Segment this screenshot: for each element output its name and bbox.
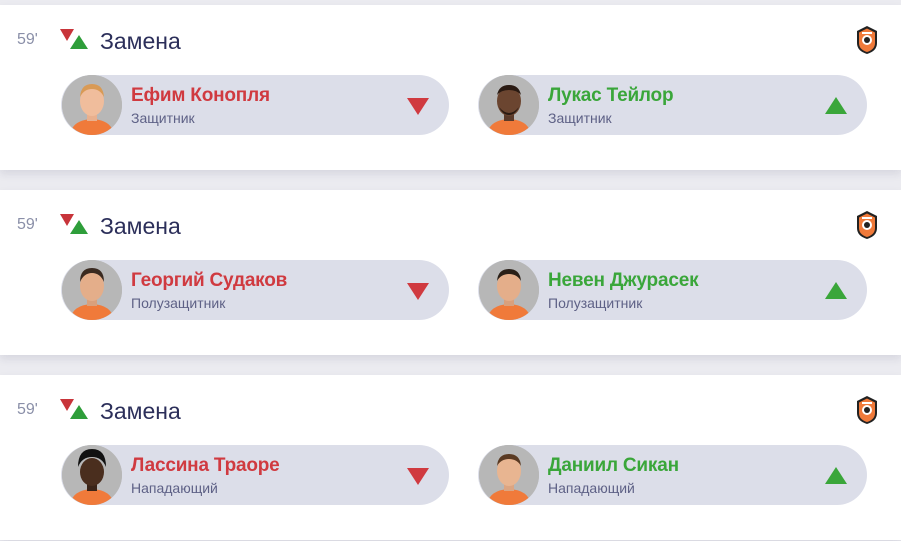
arrow-down-icon xyxy=(407,98,429,115)
event-title: Замена xyxy=(100,213,181,239)
player-avatar xyxy=(62,75,122,135)
arrow-up-icon xyxy=(825,467,847,484)
player-name: Невен Джурасек xyxy=(548,270,699,291)
shakhtar-logo-icon xyxy=(857,26,877,54)
player-position: Защитник xyxy=(131,110,195,126)
shakhtar-logo-icon xyxy=(857,211,877,239)
player-position: Полузащитник xyxy=(548,295,643,311)
player-name: Лассина Траоре xyxy=(131,455,280,476)
player-position: Полузащитник xyxy=(131,295,226,311)
player-in-card[interactable]: Невен Джурасек Полузащитник xyxy=(478,260,867,320)
player-name: Георгий Судаков xyxy=(131,270,288,291)
player-out-card[interactable]: Лассина Траоре Нападающий xyxy=(61,445,449,505)
substitution-event: 59' Замена Ефим Конопля Защитник Лукас Т… xyxy=(0,5,901,170)
player-avatar xyxy=(62,260,122,320)
event-title: Замена xyxy=(100,398,181,424)
substitution-icon xyxy=(60,399,88,419)
substitution-icon xyxy=(60,214,88,234)
arrow-down-icon xyxy=(407,468,429,485)
player-avatar xyxy=(479,445,539,505)
player-in-card[interactable]: Даниил Сикан Нападающий xyxy=(478,445,867,505)
event-minute: 59' xyxy=(17,216,38,233)
player-name: Лукас Тейлор xyxy=(548,85,674,106)
player-position: Нападающий xyxy=(131,480,218,496)
substitution-event: 59' Замена Лассина Траоре Нападающий Дан… xyxy=(0,375,901,540)
player-position: Защитник xyxy=(548,110,612,126)
arrow-up-icon xyxy=(825,97,847,114)
event-minute: 59' xyxy=(17,401,38,418)
player-avatar xyxy=(479,260,539,320)
player-in-card[interactable]: Лукас Тейлор Защитник xyxy=(478,75,867,135)
player-out-card[interactable]: Георгий Судаков Полузащитник xyxy=(61,260,449,320)
shakhtar-logo-icon xyxy=(857,396,877,424)
event-title: Замена xyxy=(100,28,181,54)
arrow-up-icon xyxy=(825,282,847,299)
player-position: Нападающий xyxy=(548,480,635,496)
player-avatar xyxy=(479,75,539,135)
event-minute: 59' xyxy=(17,31,38,48)
player-name: Ефим Конопля xyxy=(131,85,270,106)
player-out-card[interactable]: Ефим Конопля Защитник xyxy=(61,75,449,135)
player-name: Даниил Сикан xyxy=(548,455,679,476)
substitution-event: 59' Замена Георгий Судаков Полузащитник xyxy=(0,190,901,355)
arrow-down-icon xyxy=(407,283,429,300)
substitution-icon xyxy=(60,29,88,49)
player-avatar xyxy=(62,445,122,505)
